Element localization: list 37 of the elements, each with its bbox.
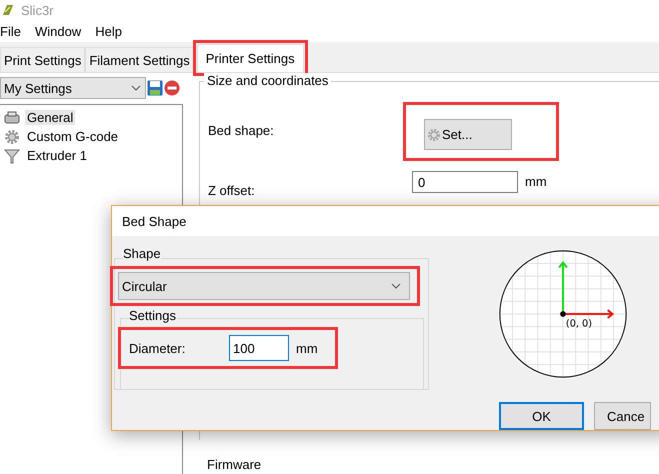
origin-label: (0, 0) <box>566 318 592 330</box>
menu-item[interactable]: Help <box>95 24 122 38</box>
shape-dropdown[interactable]: Circular <box>118 272 410 300</box>
field-label: Z offset: <box>207 182 256 198</box>
group-title: Shape <box>123 246 161 261</box>
printer-icon <box>4 110 20 124</box>
diameter-field[interactable]: 100 <box>229 335 289 361</box>
unit-label: mm <box>525 174 547 189</box>
dialog-button[interactable]: OK <box>499 402 584 430</box>
set-button[interactable]: Set... <box>424 119 512 150</box>
unit-label: mm <box>296 340 318 356</box>
gear-icon <box>427 128 441 142</box>
app-logo-icon <box>1 3 15 17</box>
field-label: Diameter: <box>129 340 186 356</box>
chevron-down-icon <box>391 283 401 289</box>
tree-item[interactable]: Custom G-code <box>25 129 120 144</box>
menu-item[interactable]: Window <box>34 24 82 38</box>
menu-item[interactable]: File <box>0 24 21 38</box>
dialog-button[interactable]: Cance <box>594 402 651 430</box>
section-title: Firmware <box>207 457 262 472</box>
save-icon[interactable] <box>147 80 163 96</box>
tree-item[interactable]: General <box>25 110 76 125</box>
field-label: Bed shape: <box>207 123 275 138</box>
group-title: Size and coordinates <box>204 73 332 88</box>
tab[interactable]: Filament Settings <box>85 47 194 72</box>
tab[interactable]: Print Settings <box>0 47 86 72</box>
origin-dot <box>560 311 566 317</box>
group-title: Settings <box>129 308 176 323</box>
gear-icon <box>4 128 20 144</box>
funnel-icon <box>4 148 20 164</box>
preset-dropdown[interactable]: My Settings <box>0 77 146 99</box>
delete-icon[interactable] <box>164 80 180 96</box>
chevron-down-icon <box>131 85 141 91</box>
tree-item[interactable]: Extruder 1 <box>25 148 89 163</box>
z-offset-field[interactable]: 0 <box>412 171 518 193</box>
window-title: Slic3r <box>21 2 54 18</box>
dialog-title: Bed Shape <box>122 214 186 228</box>
